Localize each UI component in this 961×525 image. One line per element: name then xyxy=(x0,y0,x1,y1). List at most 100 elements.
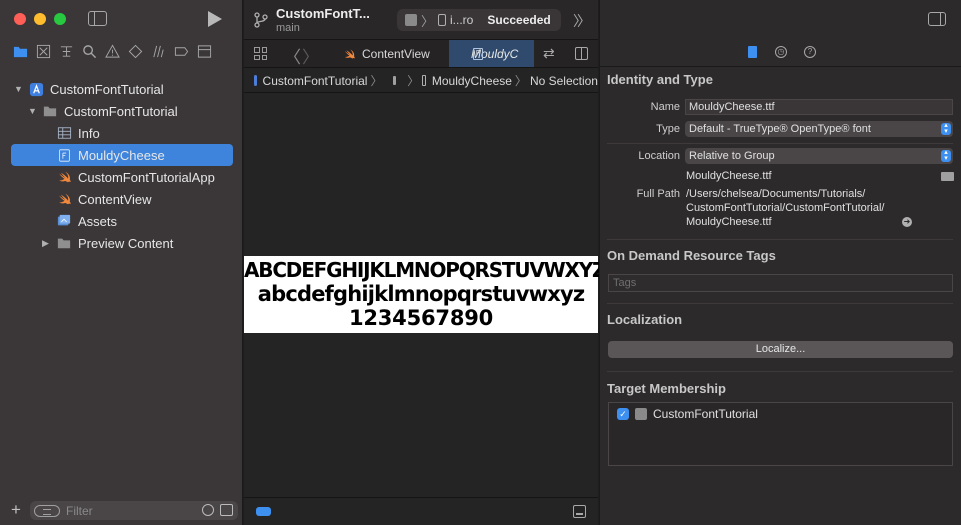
name-field[interactable]: MouldyCheese.ttf xyxy=(685,99,953,115)
source-control-filter-icon[interactable] xyxy=(220,504,233,516)
inspector-toggle-icon[interactable] xyxy=(928,12,946,26)
recent-files-icon[interactable] xyxy=(202,504,214,516)
location-file: MouldyCheese.ttf xyxy=(686,170,772,182)
file-inspector: ◷ ? Identity and Type Name MouldyCheese.… xyxy=(599,0,961,525)
folder-icon xyxy=(56,235,72,251)
tree-row-label: Info xyxy=(78,125,100,141)
jumpbar-file[interactable]: MouldyCheese xyxy=(432,74,512,88)
identity-section-title[interactable]: Identity and Type xyxy=(607,72,713,87)
tags-field[interactable]: Tags xyxy=(608,274,953,292)
tree-row-mouldycheese[interactable]: MouldyCheese xyxy=(11,144,233,166)
swift-icon xyxy=(56,191,72,207)
jumpbar-project[interactable]: CustomFontTutorial xyxy=(263,74,368,88)
minimize-window-button[interactable] xyxy=(34,13,46,25)
project-navigator-tab-icon[interactable] xyxy=(12,43,28,59)
popup-stepper-icon: ▴ ▾ xyxy=(941,149,951,162)
type-value: Default - TrueType® OpenType® font xyxy=(689,123,871,135)
plist-icon xyxy=(56,125,72,141)
zoom-window-button[interactable] xyxy=(54,13,66,25)
folder-icon[interactable] xyxy=(941,172,954,181)
lowercase-sample: abcdefghijklmnopqrstuvwxyz xyxy=(257,282,585,306)
project-navigator: ▼ CustomFontTutorial ▼ CustomFontTutoria… xyxy=(0,0,243,525)
back-button[interactable]: 〈 xyxy=(284,43,301,68)
jumpbar-selection[interactable]: No Selection xyxy=(530,74,598,88)
location-popup[interactable]: Relative to Group ▴ ▾ xyxy=(685,148,953,164)
tree-row-preview-content[interactable]: ▶ Preview Content xyxy=(42,232,173,254)
tree-row-assets[interactable]: Assets xyxy=(56,210,117,232)
uppercase-sample: ABCDEFGHIJKLMNOPQRSTUVWXYZ xyxy=(244,258,607,282)
editor-area: CustomFontT... main 〉 i...ro Succeeded 〉… xyxy=(244,0,607,525)
debug-area-toggle-icon[interactable] xyxy=(256,507,271,516)
folder-icon xyxy=(42,103,58,119)
quick-help-tab-icon[interactable]: ? xyxy=(803,45,817,59)
forward-button[interactable]: 〉 xyxy=(302,43,319,68)
issue-navigator-icon[interactable] xyxy=(104,43,120,59)
report-navigator-icon[interactable] xyxy=(196,43,212,59)
font-preview-canvas: ABCDEFGHIJKLMNOPQRSTUVWXYZ abcdefghijklm… xyxy=(244,94,607,497)
breakpoint-navigator-icon[interactable] xyxy=(173,43,189,59)
tree-row-info[interactable]: Info xyxy=(56,122,100,144)
editor-bottom-bar xyxy=(244,497,598,525)
project-icon xyxy=(28,81,44,97)
target-checkbox[interactable]: ✓ xyxy=(617,408,629,420)
tab-contentview[interactable]: ContentView xyxy=(343,40,430,67)
run-destination[interactable]: i...ro xyxy=(450,13,473,27)
font-file-icon: F xyxy=(473,48,483,60)
font-file-icon xyxy=(422,75,426,86)
localize-button[interactable]: Localize... xyxy=(608,341,953,358)
show-debug-area-icon[interactable] xyxy=(573,505,586,518)
find-navigator-icon[interactable] xyxy=(81,43,97,59)
reveal-in-finder-icon[interactable]: ➜ xyxy=(902,217,912,227)
project-title[interactable]: CustomFontT... xyxy=(276,6,370,21)
disclosure-expanded-icon[interactable]: ▼ xyxy=(14,84,24,94)
inspector-tabs: ◷ ? xyxy=(745,45,817,59)
divider xyxy=(607,371,953,372)
add-file-button[interactable]: + xyxy=(11,500,21,520)
fullpath-label: Full Path xyxy=(636,188,680,200)
tree-row-project[interactable]: ▼ CustomFontTutorial xyxy=(14,78,164,100)
tree-row-label: Assets xyxy=(78,213,118,229)
fullpath-line-1: /Users/chelsea/Documents/Tutorials/ xyxy=(686,188,866,200)
tree-row-app[interactable]: CustomFontTutorialApp xyxy=(56,166,215,188)
divider xyxy=(600,66,961,67)
source-control-navigator-icon[interactable] xyxy=(35,43,51,59)
close-window-button[interactable] xyxy=(14,13,26,25)
tree-row-group[interactable]: ▼ CustomFontTutorial xyxy=(28,100,178,122)
filter-field[interactable]: Filter xyxy=(30,501,238,520)
odr-section-title[interactable]: On Demand Resource Tags xyxy=(607,248,776,263)
branch-name[interactable]: main xyxy=(276,22,300,34)
target-row[interactable]: ✓ CustomFontTutorial xyxy=(617,407,758,421)
divider xyxy=(607,303,953,304)
test-navigator-icon[interactable] xyxy=(127,43,143,59)
debug-navigator-icon[interactable] xyxy=(150,43,166,59)
type-popup[interactable]: Default - TrueType® OpenType® font ▴ ▾ xyxy=(685,121,953,137)
disclosure-expanded-icon[interactable]: ▼ xyxy=(28,106,38,116)
localization-section-title[interactable]: Localization xyxy=(607,312,682,327)
related-items-icon[interactable] xyxy=(254,47,267,60)
tree-row-label: CustomFontTutorial xyxy=(50,81,164,97)
toolbar-overflow-icon[interactable]: 〉〉 xyxy=(573,11,591,31)
sidebar-toggle-icon[interactable] xyxy=(88,11,107,26)
swift-icon xyxy=(56,169,72,185)
symbol-navigator-icon[interactable] xyxy=(58,43,74,59)
chevron-right-icon: 〉 xyxy=(407,74,420,88)
filter-options-icon[interactable] xyxy=(34,504,60,517)
history-inspector-tab-icon[interactable]: ◷ xyxy=(774,45,788,59)
name-label: Name xyxy=(650,101,680,113)
fullpath-line-2: CustomFontTutorial/CustomFontTutorial/ xyxy=(686,202,885,214)
tree-row-label: MouldyCheese xyxy=(78,147,165,163)
tree-row-contentview[interactable]: ContentView xyxy=(56,188,151,210)
device-icon xyxy=(438,14,447,26)
add-editor-split-icon[interactable] xyxy=(575,47,588,60)
run-button[interactable] xyxy=(208,11,222,27)
target-section-title[interactable]: Target Membership xyxy=(607,381,726,396)
scheme-status-bar[interactable]: 〉 i...ro Succeeded xyxy=(397,9,561,31)
tab-mouldycheese[interactable]: F MouldyC xyxy=(449,40,534,67)
type-label: Type xyxy=(656,123,680,135)
tree-row-label: CustomFontTutorial xyxy=(64,103,178,119)
jump-bar: CustomFontTutorial 〉 〉 MouldyCheese 〉 No… xyxy=(244,69,598,93)
file-inspector-tab-icon[interactable] xyxy=(745,45,759,59)
swap-editor-icon[interactable]: ⇄ xyxy=(543,45,555,62)
disclosure-collapsed-icon[interactable]: ▶ xyxy=(42,238,52,249)
folder-icon[interactable] xyxy=(393,76,397,85)
